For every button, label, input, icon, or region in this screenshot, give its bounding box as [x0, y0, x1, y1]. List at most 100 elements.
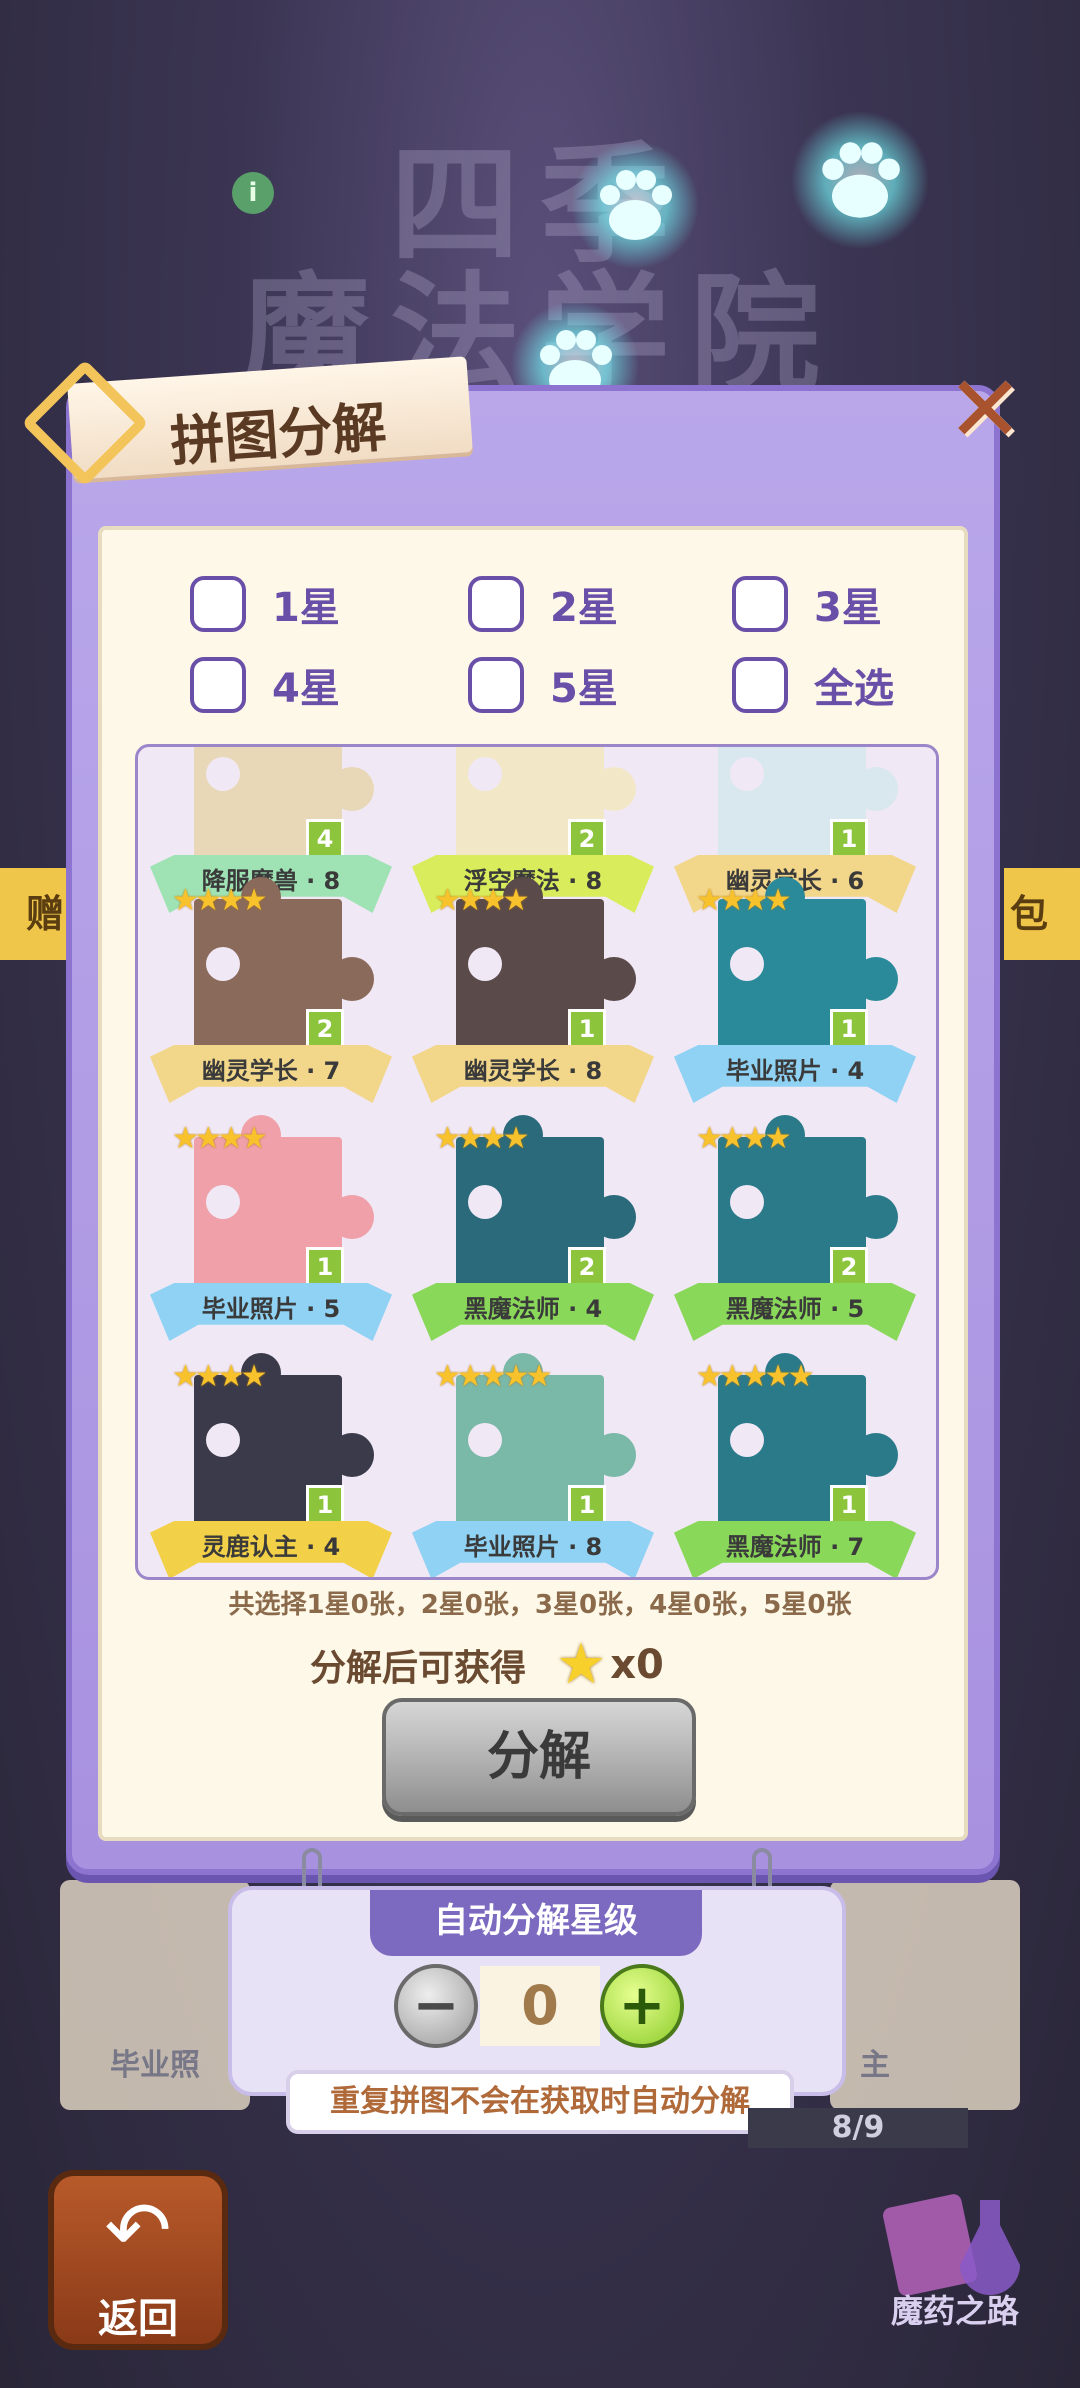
info-icon[interactable]: i — [232, 172, 274, 214]
piece-name: 黑魔法师 · 7 — [725, 1533, 865, 1561]
star-rating: ★★★★★ — [696, 1359, 815, 1394]
star-rating: ★★★★ — [696, 1121, 792, 1156]
checkbox[interactable] — [732, 576, 788, 632]
piece-name-ribbon: 毕业照片 · 8 — [412, 1521, 654, 1577]
panel-title-banner: 拼图分解 — [21, 356, 473, 487]
piece-count-badge: 1 — [306, 1247, 344, 1287]
piece-name-ribbon: 幽灵学长 · 8 — [412, 1045, 654, 1103]
piece-count-badge: 2 — [830, 1247, 868, 1287]
puzzle-hole — [730, 1423, 764, 1457]
background-card-label: 主 — [860, 2048, 890, 2083]
piece-name: 黑魔法师 · 4 — [463, 1295, 603, 1323]
paw-icon — [791, 111, 929, 249]
puzzle-piece[interactable]: ★★★★★ 1 黑魔法师 · 7 — [670, 1343, 920, 1577]
puzzle-piece[interactable]: ★★★★ 1 灵鹿认主 · 4 — [146, 1343, 396, 1577]
piece-count-badge: 1 — [568, 1009, 606, 1049]
filter-2-star[interactable]: 2星 — [468, 575, 618, 633]
puzzle-knob — [592, 957, 636, 1001]
checkbox[interactable] — [732, 657, 788, 713]
star-rating: ★★★★ — [172, 883, 268, 918]
puzzle-hole — [730, 757, 764, 791]
puzzle-hole — [206, 1185, 240, 1219]
piece-name-ribbon: 黑魔法师 · 7 — [674, 1521, 916, 1577]
filter-3-star[interactable]: 3星 — [732, 575, 882, 633]
puzzle-knob — [592, 767, 636, 811]
puzzle-hole — [468, 1185, 502, 1219]
piece-name: 毕业照片 · 5 — [201, 1295, 341, 1323]
filter-label: 3星 — [814, 585, 882, 631]
puzzle-piece[interactable]: ★★★★ 1 毕业照片 · 4 — [670, 867, 920, 1107]
piece-name-ribbon: 灵鹿认主 · 4 — [150, 1521, 392, 1577]
piece-name: 幽灵学长 · 8 — [463, 1057, 603, 1085]
star-rating: ★★★★ — [434, 883, 530, 918]
decompose-button[interactable]: 分解 — [382, 1698, 696, 1816]
filter-select-all[interactable]: 全选 — [732, 656, 894, 714]
panel-title: 拼图分解 — [168, 395, 389, 474]
piece-count-badge: 1 — [830, 1485, 868, 1525]
gain-row: 分解后可获得 ★ x0 — [310, 1632, 664, 1697]
piece-count-badge: 2 — [568, 1247, 606, 1287]
puzzle-knob — [854, 957, 898, 1001]
auto-level-value: 0 — [480, 1966, 600, 2046]
piece-name-ribbon: 幽灵学长 · 7 — [150, 1045, 392, 1103]
piece-name-ribbon: 毕业照片 · 4 — [674, 1045, 916, 1103]
puzzle-knob — [592, 1433, 636, 1477]
side-ribbon-right: 包 — [1004, 868, 1080, 960]
puzzle-grid[interactable]: 4降服魔兽 · 82浮空魔法 · 81幽灵学长 · 6★★★★2幽灵学长 · 7… — [135, 744, 939, 1580]
puzzle-knob — [330, 1195, 374, 1239]
star-rating: ★★★★ — [172, 1121, 268, 1156]
puzzle-hole — [206, 757, 240, 791]
star-rating: ★★★★ — [172, 1359, 268, 1394]
back-arrow-icon: ↶ — [104, 2184, 172, 2277]
puzzle-knob — [854, 1195, 898, 1239]
close-button[interactable]: ✕ — [945, 364, 1025, 456]
minus-button[interactable]: − — [394, 1964, 478, 2048]
filter-label: 1星 — [272, 585, 340, 631]
puzzle-piece[interactable]: ★★★★ 1 幽灵学长 · 8 — [408, 867, 658, 1107]
star-rating: ★★★★ — [696, 883, 792, 918]
potion-road-label: 魔药之路 — [890, 2292, 1019, 2330]
star-rating: ★★★★ — [434, 1121, 530, 1156]
puzzle-hole — [468, 757, 502, 791]
piece-name: 毕业照片 · 8 — [463, 1533, 603, 1561]
checkbox[interactable] — [190, 657, 246, 713]
piece-count-badge: 1 — [830, 819, 868, 859]
puzzle-piece[interactable]: ★★★★ 2 黑魔法师 · 5 — [670, 1105, 920, 1345]
paw-icon — [571, 141, 699, 269]
puzzle-piece[interactable]: ★★★★ 2 黑魔法师 · 4 — [408, 1105, 658, 1345]
potion-icon — [883, 2194, 1020, 2296]
background-title-line1: 四季 — [389, 129, 690, 281]
side-ribbon-left: 赠 — [0, 868, 70, 960]
puzzle-knob — [854, 1433, 898, 1477]
back-button[interactable]: ↶ 返回 — [48, 2170, 228, 2350]
piece-count-badge: 1 — [568, 1485, 606, 1525]
puzzle-piece[interactable]: ★★★★ 2 幽灵学长 · 7 — [146, 867, 396, 1107]
checkbox[interactable] — [190, 576, 246, 632]
filter-4-star[interactable]: 4星 — [190, 656, 340, 714]
filter-label: 5星 — [550, 666, 618, 712]
piece-name: 黑魔法师 · 5 — [725, 1295, 865, 1323]
background-card-label: 毕业照 — [110, 2048, 200, 2083]
puzzle-knob — [330, 767, 374, 811]
puzzle-piece[interactable]: ★★★★★ 1 毕业照片 · 8 — [408, 1343, 658, 1577]
puzzle-hole — [206, 1423, 240, 1457]
puzzle-hole — [468, 1423, 502, 1457]
potion-road-button[interactable]: 魔药之路 — [880, 2180, 1030, 2340]
puzzle-piece[interactable]: ★★★★ 1 毕业照片 · 5 — [146, 1105, 396, 1345]
piece-name-ribbon: 黑魔法师 · 5 — [674, 1283, 916, 1341]
puzzle-hole — [730, 947, 764, 981]
checkbox[interactable] — [468, 657, 524, 713]
star-rating: ★★★★★ — [434, 1359, 553, 1394]
piece-count-badge: 1 — [830, 1009, 868, 1049]
filter-5-star[interactable]: 5星 — [468, 656, 618, 714]
star-icon: ★ — [556, 1632, 607, 1697]
checkbox[interactable] — [468, 576, 524, 632]
background-card: 毕业照 — [60, 1880, 250, 2110]
puzzle-knob — [330, 1433, 374, 1477]
filter-1-star[interactable]: 1星 — [190, 575, 340, 633]
puzzle-hole — [468, 947, 502, 981]
plus-button[interactable]: + — [600, 1964, 684, 2048]
piece-name: 灵鹿认主 · 4 — [201, 1533, 341, 1561]
puzzle-knob — [592, 1195, 636, 1239]
gain-label: 分解后可获得 — [310, 1647, 527, 1689]
